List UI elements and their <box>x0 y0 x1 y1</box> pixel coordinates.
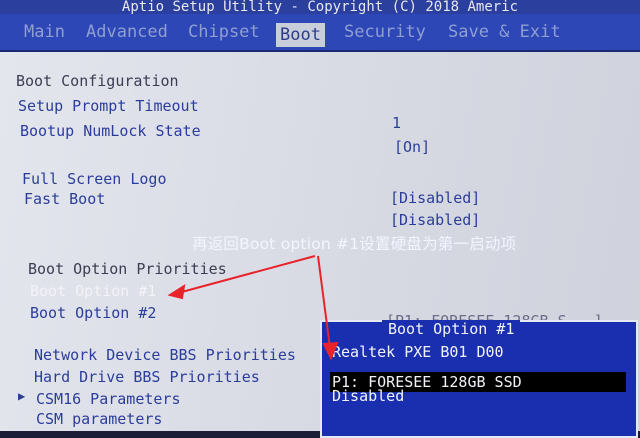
arrow-to-boot-option-1 <box>177 255 316 294</box>
arrow-head-down-icon <box>322 341 339 361</box>
annotation-arrows <box>167 255 339 361</box>
arrow-head-left-icon <box>167 283 186 300</box>
arrow-to-popup <box>317 255 331 349</box>
